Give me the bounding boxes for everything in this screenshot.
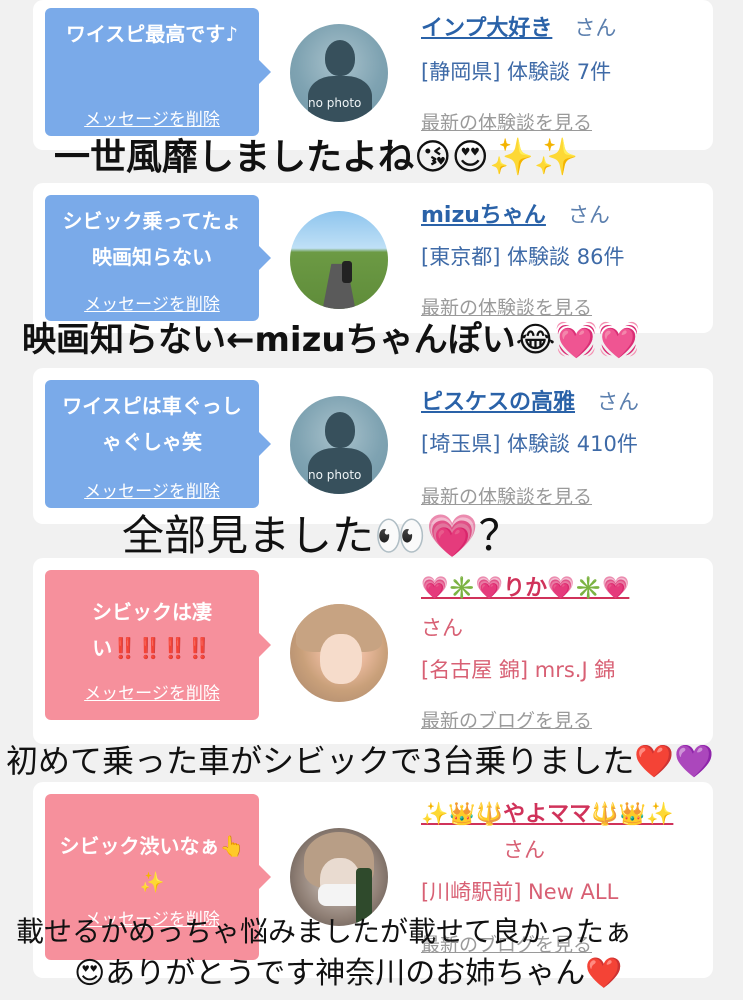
overlay-caption: 一世風靡しましたよね😘😍✨✨ [54,137,579,178]
user-name[interactable]: ピスケスの高雅 [421,390,575,415]
avatar-silhouette-head [325,412,355,448]
user-info: [埼玉県] 体験談 410件 [421,432,638,456]
user-suffix: さん [597,390,640,414]
overlay-caption: 全部見ました👀💗？ [122,511,521,560]
avatar[interactable]: no photo [290,396,388,494]
message-bubble: ワイスピは車ぐっしゃぐしゃ笑 メッセージを削除 [45,380,271,508]
user-suffix: さん [574,16,617,40]
message-text: シビック乗ってたょ映画知らない [62,209,242,269]
user-name[interactable]: mizuちゃん [421,203,546,228]
no-photo-label: no photo [308,96,362,110]
user-name-link[interactable]: 💗✳️💗りか💗✳️💗 [421,570,711,602]
user-name[interactable]: 💗✳️💗りか💗✳️💗 [421,576,629,601]
user-suffix: さん [503,838,545,862]
user-info: [川崎駅前] New ALL [421,880,619,904]
overlay-caption: 映画知らない←mizuちゃんぽい😂💓💓 [22,320,640,360]
delete-message-link[interactable]: メッセージを削除 [45,477,259,502]
message-text: ワイスピ最高です♪ [65,22,239,46]
message-bubble: シビックは凄い‼️‼️‼️‼️ メッセージを削除 [45,570,271,720]
user-name-link[interactable]: ✨👑🔱やよママ🔱👑✨ [421,796,721,828]
avatar-motorcycle-image [342,261,352,283]
avatar-road-image [319,263,359,309]
overlay-caption: 初めて乗った車がシビックで3台乗りました❤️💜 [6,742,715,780]
overlay-caption: 😍ありがとうです神奈川のお姉ちゃん❤️ [74,956,623,991]
message-card: シビックは凄い‼️‼️‼️‼️ メッセージを削除 💗✳️💗りか💗✳️💗 さん [… [33,558,713,744]
user-suffix: さん [567,203,610,227]
avatar[interactable] [290,604,388,702]
delete-message-link[interactable]: メッセージを削除 [45,105,259,130]
user-name-link[interactable]: mizuちゃん さん [421,197,610,229]
user-info: [名古屋 錦] mrs.J 錦 [421,658,616,682]
user-name-link[interactable]: インプ大好き さん [421,10,616,42]
message-text: シビックは凄い‼️‼️‼️‼️ [92,600,212,660]
avatar[interactable]: no photo [290,24,388,122]
no-photo-label: no photo [308,468,362,482]
avatar-silhouette-head [325,40,355,76]
message-bubble: ワイスピ最高です♪ メッセージを削除 [45,8,271,136]
user-name[interactable]: インプ大好き [421,16,552,41]
overlay-caption: 載せるかめっちゃ悩みましたが載せて良かったぁ [16,915,633,948]
user-info: [東京都] 体験談 86件 [421,245,625,269]
message-text: シビック渋いなぁ👆✨ [59,834,245,894]
message-bubble: シビック乗ってたょ映画知らない メッセージを削除 [45,195,271,321]
user-info: [静岡県] 体験談 7件 [421,60,612,84]
message-card: ワイスピは車ぐっしゃぐしゃ笑 メッセージを削除 no photo ピスケスの高雅… [33,368,713,524]
user-name-link[interactable]: ピスケスの高雅 さん [421,384,639,416]
avatar[interactable] [290,211,388,309]
delete-message-link[interactable]: メッセージを削除 [45,679,259,704]
user-suffix: さん [421,616,463,640]
message-text: ワイスピは車ぐっしゃぐしゃ笑 [62,394,242,454]
avatar-face [320,634,362,684]
latest-link[interactable]: 最新のブログを見る [421,706,592,733]
user-name[interactable]: ✨👑🔱やよママ🔱👑✨ [421,802,673,827]
message-card: シビック乗ってたょ映画知らない メッセージを削除 mizuちゃん さん [東京都]… [33,183,713,333]
